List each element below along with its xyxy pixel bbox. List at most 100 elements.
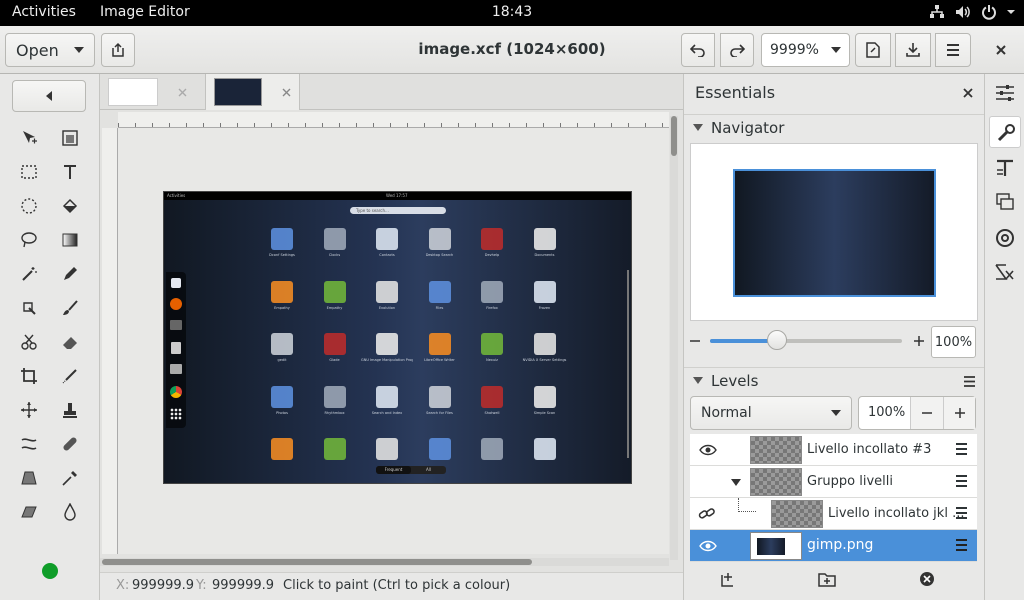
app-menu[interactable]: Image Editor <box>100 4 190 20</box>
zoom-in-icon[interactable] <box>914 336 924 346</box>
delete-icon[interactable] <box>919 571 935 587</box>
align-tool[interactable] <box>58 126 82 150</box>
opacity-increment-button[interactable] <box>943 397 975 429</box>
text-align-icon[interactable] <box>995 158 1015 178</box>
dock-tabs-strip <box>984 74 1024 600</box>
unified-transform-tool[interactable] <box>17 398 41 422</box>
layer-mode-combo[interactable]: Normal <box>690 396 852 430</box>
layer-row[interactable]: Livello incollato #3 <box>690 434 977 466</box>
opacity-decrement-button[interactable] <box>910 397 943 429</box>
save-button[interactable] <box>895 33 931 67</box>
close-icon[interactable] <box>178 88 187 97</box>
gnome-top-bar: Activities Image Editor 18:43 <box>0 0 1024 26</box>
open-button[interactable]: Open <box>5 33 95 67</box>
app-label: Desktop Search <box>425 253 454 257</box>
new-layer-icon[interactable] <box>720 571 736 587</box>
link-icon[interactable] <box>698 506 716 522</box>
slider-handle[interactable] <box>767 330 788 350</box>
zoom-combo[interactable]: 9999% <box>761 33 850 67</box>
main-menu-button[interactable] <box>935 33 971 67</box>
tab-image-2[interactable] <box>205 74 300 110</box>
scissors-select-tool[interactable] <box>17 330 41 354</box>
zoom-out-icon[interactable] <box>690 336 700 346</box>
eye-icon[interactable] <box>699 540 717 552</box>
3d-transform-tool[interactable] <box>17 500 41 524</box>
free-select-tool[interactable] <box>17 228 41 252</box>
tool-options-icon[interactable] <box>995 84 1015 102</box>
navigator-preview[interactable] <box>690 143 978 321</box>
layer-menu-icon[interactable] <box>956 539 967 551</box>
gradient-tool[interactable] <box>58 228 82 252</box>
activities-button[interactable]: Activities <box>12 4 76 20</box>
foreground-color-swatch[interactable] <box>42 563 58 579</box>
text-tool[interactable] <box>58 160 82 184</box>
smudge-tool[interactable] <box>58 500 82 524</box>
new-folder-icon[interactable] <box>818 571 836 587</box>
dash-icon <box>170 320 182 330</box>
lasso-icon <box>21 232 37 248</box>
document-properties-button[interactable] <box>855 33 891 67</box>
bucket-fill-tool[interactable] <box>58 194 82 218</box>
navigator-header[interactable]: Navigator <box>684 114 984 140</box>
pencil-tool[interactable] <box>58 262 82 286</box>
tab-active-indicator[interactable] <box>989 116 1021 148</box>
opacity-field[interactable]: 100% <box>858 396 976 430</box>
app-launcher: Search for Files <box>420 383 460 423</box>
screenshot-scrollbar <box>627 270 629 458</box>
layer-row[interactable]: Livello incollato jkl ... <box>690 498 977 530</box>
history-icon[interactable] <box>995 228 1015 248</box>
navigator-thumbnail[interactable] <box>733 169 936 297</box>
app-icon <box>323 385 346 408</box>
close-window-button[interactable] <box>985 33 1017 67</box>
close-icon[interactable] <box>282 88 291 97</box>
hamburger-icon[interactable] <box>964 376 975 387</box>
crop-tool[interactable] <box>17 364 41 388</box>
system-status-area[interactable] <box>928 3 1016 21</box>
heal-tool[interactable] <box>58 432 82 456</box>
app-icon <box>428 333 451 355</box>
all-tab: All <box>426 467 431 472</box>
eraser-tool[interactable] <box>58 330 82 354</box>
bucket-icon <box>62 198 78 214</box>
layers-stack-icon[interactable] <box>995 192 1015 212</box>
image-layer[interactable]: Activities Wed 17:57 Type to search... D… <box>163 191 632 484</box>
effects-icon[interactable] <box>995 262 1015 282</box>
move-tool[interactable] <box>17 126 41 150</box>
canvas-page[interactable]: Activities Wed 17:57 Type to search... D… <box>118 128 669 554</box>
screenshot-app-grid: Dconf Settings Clocks Contacts Desktop Sear… <box>262 225 566 460</box>
collapse-toolbox-button[interactable] <box>12 80 86 112</box>
rect-select-tool[interactable] <box>17 160 41 184</box>
perspective-tool[interactable] <box>17 466 41 490</box>
scrollbar-thumb[interactable] <box>671 116 677 156</box>
color-picker-tool[interactable] <box>58 466 82 490</box>
layer-name: Livello incollato jkl ... <box>828 506 965 521</box>
layer-menu-icon[interactable] <box>956 475 967 487</box>
airbrush-tool[interactable] <box>58 364 82 388</box>
warp-transform-tool[interactable] <box>17 432 41 456</box>
expander-down-icon[interactable] <box>731 479 741 486</box>
eye-icon[interactable] <box>699 444 717 456</box>
vertical-scrollbar[interactable] <box>670 116 678 560</box>
tab-image-1[interactable] <box>104 74 204 110</box>
navigator-zoom-slider[interactable] <box>710 330 902 350</box>
clone-tool[interactable] <box>58 398 82 422</box>
layer-row[interactable]: Gruppo livelli <box>690 466 977 498</box>
paintbrush-tool[interactable] <box>58 296 82 320</box>
layer-menu-icon[interactable] <box>956 507 967 519</box>
layer-row-selected[interactable]: gimp.png <box>690 530 977 562</box>
levels-header[interactable]: Levels <box>684 367 984 393</box>
fuzzy-select-tool[interactable] <box>17 262 41 286</box>
image-tabs <box>100 74 683 110</box>
ellipse-select-tool[interactable] <box>17 194 41 218</box>
foreground-select-tool[interactable] <box>17 296 41 320</box>
redo-button[interactable] <box>720 33 754 67</box>
clock[interactable]: 18:43 <box>492 4 532 20</box>
close-icon[interactable] <box>963 88 973 98</box>
scrollbar-thumb[interactable] <box>102 559 532 565</box>
new-document-button[interactable] <box>101 33 135 67</box>
app-icon <box>533 228 556 250</box>
undo-button[interactable] <box>681 33 715 67</box>
horizontal-scrollbar[interactable] <box>100 558 669 566</box>
layer-menu-icon[interactable] <box>956 443 967 455</box>
navigator-zoom-field[interactable]: 100% <box>931 326 976 358</box>
